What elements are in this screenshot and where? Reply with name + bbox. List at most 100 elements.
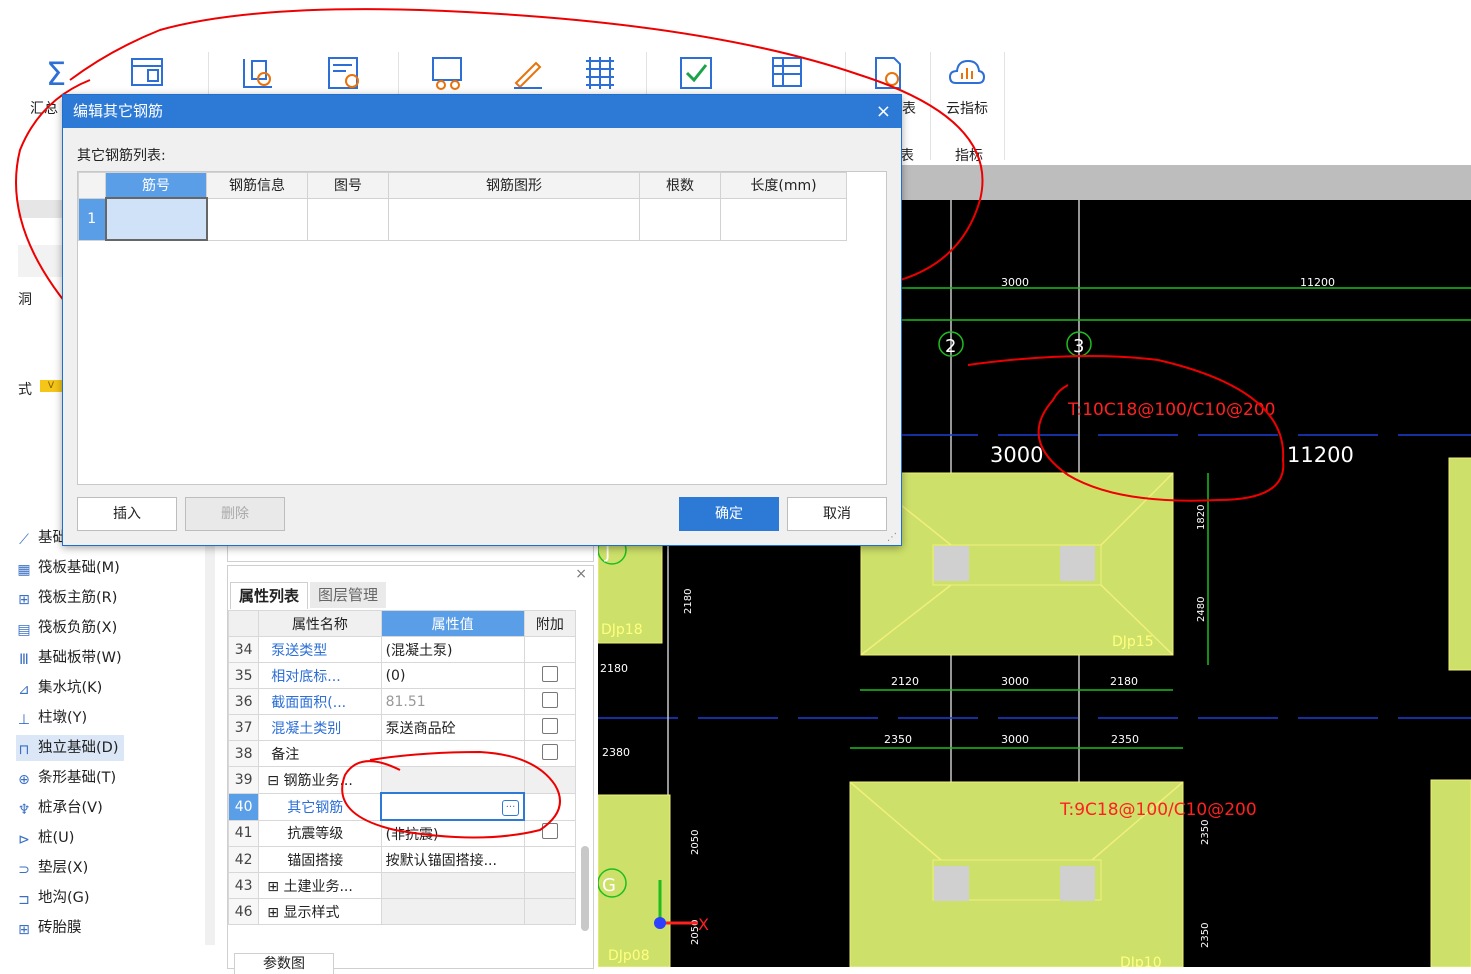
extra-checkbox[interactable] [541,665,558,682]
property-value[interactable] [380,898,525,925]
property-name[interactable]: 备注 [258,740,382,767]
tree-item[interactable]: ⊞ 筏板主筋(R) [16,585,117,611]
property-name[interactable]: 抗震等级 [258,819,382,847]
property-row[interactable]: 40 其它钢筋 ··· [227,792,577,821]
col-bar-no[interactable]: 筋号 [105,172,207,199]
summary-label[interactable]: 汇总 [30,98,58,118]
extra-cell[interactable] [523,819,577,847]
insert-button[interactable]: 插入 [77,497,177,531]
row-index[interactable]: 1 [78,197,106,241]
property-row[interactable]: 37 混凝土类别 泵送商品砼 [227,714,577,741]
dialog-close-icon[interactable]: × [876,95,891,128]
property-name[interactable]: ⊞ 土建业务... [258,872,382,899]
report-label[interactable]: 表 [902,98,916,118]
property-value[interactable] [380,766,525,794]
cell-bar-no[interactable] [104,197,208,241]
cell-count[interactable] [639,197,721,241]
col-length[interactable]: 长度(mm) [720,172,847,199]
property-row[interactable]: 34 泵送类型 (混凝土泵) [227,636,577,663]
report-search-icon[interactable] [872,55,910,91]
property-name[interactable]: 相对底标... [258,662,382,689]
tab-parameter-diagram[interactable]: 参数图 [234,953,334,974]
property-name[interactable]: 其它钢筋 [258,792,382,821]
tree-item[interactable]: ⟋ 基础 [16,525,67,551]
tree-item[interactable]: ⊳ 桩(U) [16,825,74,851]
property-value[interactable]: 按默认锚固搭接... [380,846,525,873]
cell-rebar-info[interactable] [206,197,308,241]
extra-cell[interactable] [523,714,577,741]
ellipsis-button[interactable]: ··· [501,800,520,816]
property-row[interactable]: 36 截面面积(... 81.51 [227,688,577,715]
expand-icon[interactable]: ⊞ [267,905,283,921]
tree-item[interactable]: ⊓ 独立基础(D) [16,735,125,761]
rebar-report-icon[interactable] [326,55,364,91]
panel-close-icon[interactable]: × [575,566,587,582]
property-value[interactable] [380,872,525,899]
extra-checkbox[interactable] [541,823,558,840]
property-value[interactable]: ··· [380,792,526,821]
property-value[interactable] [380,740,525,767]
property-row[interactable]: 39 ⊟ 钢筋业务... [227,766,577,794]
cell-rebar-shape[interactable] [388,197,640,241]
col-count[interactable]: 根数 [639,172,721,199]
tree-item[interactable]: ⊥ 柱墩(Y) [16,705,87,731]
tree-item[interactable]: ⊿ 集水坑(K) [16,675,102,701]
property-row[interactable]: 46 ⊞ 显示样式 [227,898,577,925]
delete-button[interactable]: 删除 [185,497,285,531]
property-row[interactable]: 43 ⊞ 土建业务... [227,872,577,899]
property-scrollbar[interactable] [581,846,589,931]
sum-icon[interactable]: Σ [42,55,80,93]
extra-checkbox[interactable] [541,717,558,734]
check-icon[interactable] [678,55,716,91]
property-value[interactable]: (非抗震) [380,819,525,847]
property-row[interactable]: 42 锚固搭接 按默认锚固搭接... [227,846,577,873]
property-name[interactable]: 截面面积(... [258,688,382,715]
cancel-button[interactable]: 取消 [787,497,887,531]
extra-cell[interactable] [523,688,577,715]
property-value[interactable]: (0) [380,662,525,689]
extra-cell[interactable] [523,740,577,767]
extra-checkbox[interactable] [541,691,558,708]
property-row[interactable]: 35 相对底标... (0) [227,662,577,689]
tree-item[interactable]: ⊞ 砖胎膜 [16,915,81,941]
tree-item[interactable]: ♆ 桩承台(V) [16,795,103,821]
table-edit-icon[interactable] [770,55,808,91]
edit-rebar-icon[interactable] [430,55,468,91]
tree-item[interactable]: ⊐ 地沟(G) [16,885,89,911]
expand-icon[interactable]: ⊞ [267,879,283,895]
property-name[interactable]: ⊟ 钢筋业务... [258,766,382,794]
cloud-icon[interactable] [948,55,986,91]
grid-rebar-icon[interactable] [582,55,620,91]
col-shape-no[interactable]: 图号 [307,172,389,199]
property-row[interactable]: 38 备注 [227,740,577,767]
tree-item[interactable]: Ⅲ 基础板带(W) [16,645,121,671]
tab-layer-management[interactable]: 图层管理 [310,582,387,608]
footing-partial[interactable] [1430,779,1471,967]
col-rebar-info[interactable]: 钢筋信息 [206,172,308,199]
calc-sheet-icon[interactable] [130,55,168,91]
tree-item[interactable]: ▦ 筏板基础(M) [16,555,119,581]
tree-item[interactable]: ⊃ 垫层(X) [16,855,88,881]
extra-checkbox[interactable] [541,743,558,760]
collapse-icon[interactable]: ⊟ [267,773,283,789]
resize-grip-icon[interactable]: ⋰ [887,532,897,543]
property-name[interactable]: 混凝土类别 [258,714,382,741]
view-rebar-icon[interactable] [240,55,278,91]
property-name[interactable]: 锚固搭接 [258,846,382,873]
tree-item[interactable]: ▤ 筏板负筋(X) [16,615,117,641]
tree-item[interactable]: ⊕ 条形基础(T) [16,765,116,791]
cloud-index-label[interactable]: 云指标 [946,98,988,118]
ok-button[interactable]: 确定 [679,497,779,531]
property-name[interactable]: ⊞ 显示样式 [258,898,382,925]
dialog-title-bar[interactable]: 编辑其它钢筋 × [63,95,901,128]
footing-partial[interactable] [1448,457,1471,671]
property-value[interactable]: (混凝土泵) [380,636,525,663]
cell-length[interactable] [720,197,847,241]
pen-icon[interactable] [510,55,548,91]
property-value[interactable]: 泵送商品砼 [380,714,525,741]
property-value[interactable]: 81.51 [380,688,525,715]
extra-cell[interactable] [523,662,577,689]
col-rebar-shape[interactable]: 钢筋图形 [388,172,640,199]
property-row[interactable]: 41 抗震等级 (非抗震) [227,819,577,847]
tab-property-list[interactable]: 属性列表 [230,582,309,609]
